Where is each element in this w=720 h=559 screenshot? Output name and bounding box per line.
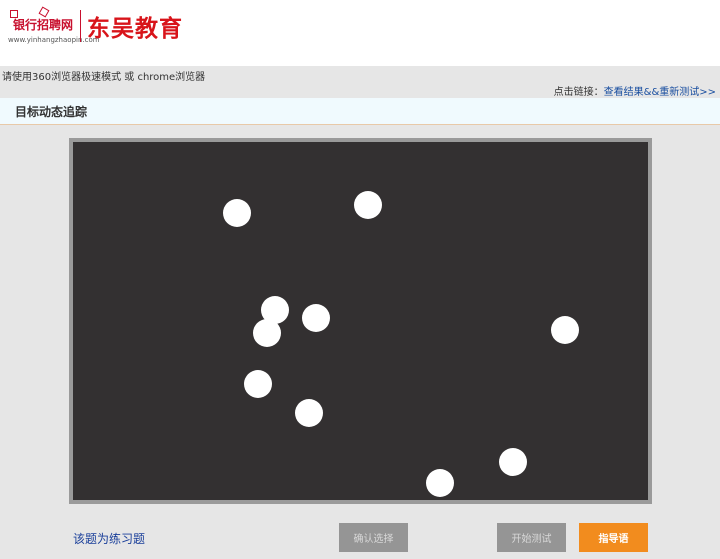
link-prefix: 点击链接： bbox=[553, 87, 604, 98]
practice-label[interactable]: 该题为练习题 bbox=[73, 530, 145, 547]
header-bar: 银行招聘网 www.yinhangzhaopin.com 东吴教育 bbox=[0, 0, 720, 66]
logo-text: 银行招聘网 bbox=[13, 18, 74, 32]
start-test-button[interactable]: 开始测试 bbox=[497, 523, 566, 552]
tracking-ball-2[interactable] bbox=[354, 191, 382, 219]
tracking-ball-1[interactable] bbox=[223, 199, 251, 227]
confirm-selection-button[interactable]: 确认选择 bbox=[339, 523, 408, 552]
task-title-bar: 目标动态追踪 bbox=[0, 98, 720, 125]
tracking-stage[interactable] bbox=[73, 142, 648, 500]
tracking-ball-9[interactable] bbox=[499, 448, 527, 476]
tracking-ball-5[interactable] bbox=[253, 319, 281, 347]
tracking-ball-10[interactable] bbox=[426, 469, 454, 497]
recruit-logo[interactable]: 银行招聘网 www.yinhangzhaopin.com bbox=[8, 6, 100, 46]
browser-notice: 请使用360浏览器极速模式 或 chrome浏览器 bbox=[2, 72, 206, 83]
tracking-canvas[interactable] bbox=[73, 142, 648, 500]
view-result-link[interactable]: 查看结果&&重新测试>> bbox=[604, 87, 716, 98]
tracking-ball-8[interactable] bbox=[295, 399, 323, 427]
page-title: 目标动态追踪 bbox=[15, 105, 88, 119]
result-link-line: 点击链接：查看结果&&重新测试>> bbox=[554, 83, 716, 98]
tracking-stage-frame bbox=[69, 138, 652, 504]
instructions-button[interactable]: 指导语 bbox=[579, 523, 648, 552]
org-name: 东吴教育 bbox=[87, 15, 183, 42]
tracking-ball-6[interactable] bbox=[551, 316, 579, 344]
tracking-ball-7[interactable] bbox=[244, 370, 272, 398]
logo-domain: www.yinhangzhaopin.com bbox=[8, 36, 100, 44]
tracking-ball-4[interactable] bbox=[302, 304, 330, 332]
logo-divider bbox=[80, 10, 81, 42]
